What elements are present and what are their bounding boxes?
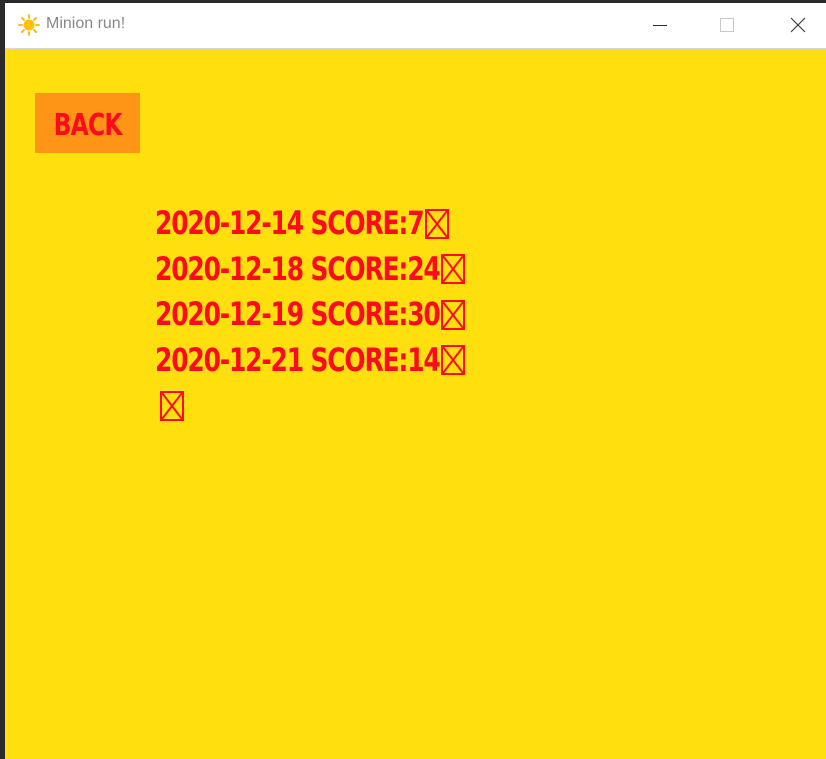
score-entry-text: 2020-12-21 SCORE:14 xyxy=(155,340,441,379)
score-history-list: 2020-12-14 SCORE:7 2020-12-18 SCORE:24 2… xyxy=(155,201,465,429)
missing-glyph-icon xyxy=(440,254,465,285)
back-button[interactable]: BACK xyxy=(35,93,140,153)
close-button[interactable] xyxy=(774,3,820,48)
window-title: Minion run! xyxy=(46,15,126,32)
missing-glyph-icon xyxy=(160,390,184,421)
minimize-button[interactable] xyxy=(635,3,681,48)
missing-glyph-icon xyxy=(440,345,465,376)
maximize-icon xyxy=(720,18,734,32)
game-canvas: BACK 2020-12-14 SCORE:7 2020-12-18 SCORE… xyxy=(5,49,826,759)
score-entry-text: 2020-12-19 SCORE:30 xyxy=(155,295,441,333)
close-icon xyxy=(790,17,806,33)
score-entry-text: 2020-12-18 SCORE:24 xyxy=(155,249,441,288)
maximize-button[interactable] xyxy=(704,3,750,48)
score-entry: 2020-12-18 SCORE:24 xyxy=(155,247,465,293)
score-entry: 2020-12-21 SCORE:14 xyxy=(155,338,465,384)
score-entry: 2020-12-14 SCORE:7 xyxy=(155,201,465,247)
minimize-icon xyxy=(653,25,667,26)
title-bar: Minion run! xyxy=(5,3,826,49)
score-entry: 2020-12-19 SCORE:30 xyxy=(155,292,465,338)
missing-glyph-icon xyxy=(424,208,449,239)
missing-glyph-icon xyxy=(440,299,465,330)
sun-icon xyxy=(18,14,40,36)
game-window: Minion run! BACK 2020-12-14 SCORE:7 2020… xyxy=(5,3,826,759)
score-entry-text: 2020-12-14 SCORE:7 xyxy=(155,204,425,242)
score-entry-empty xyxy=(155,383,465,429)
back-button-label: BACK xyxy=(53,107,122,143)
